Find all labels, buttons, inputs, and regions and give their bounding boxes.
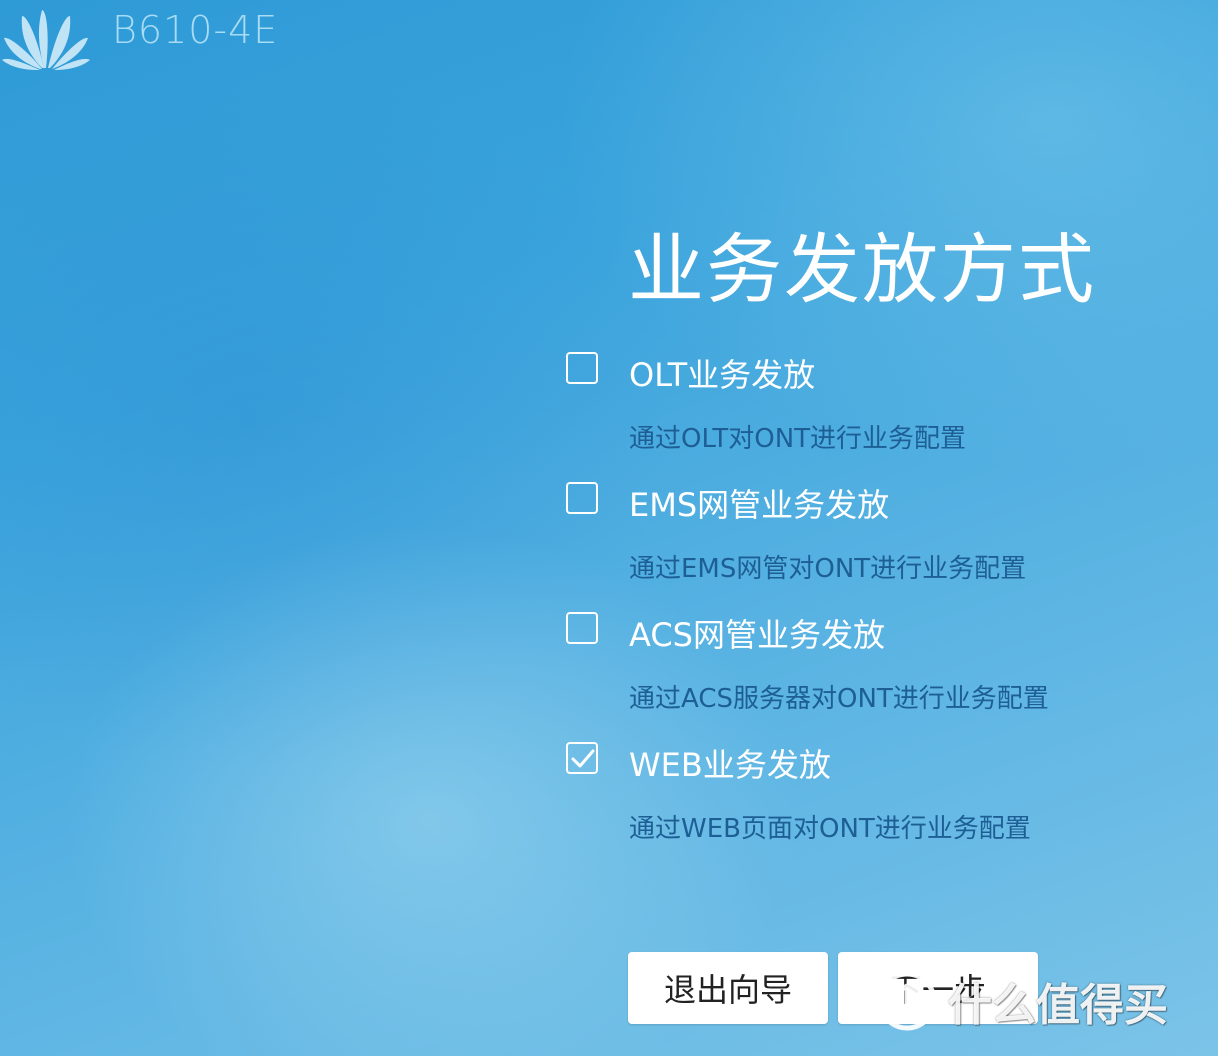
option-label[interactable]: WEB业务发放: [629, 740, 831, 786]
option-label[interactable]: EMS网管业务发放: [629, 480, 889, 526]
watermark-logo-icon: [877, 971, 937, 1031]
option-ems[interactable]: EMS网管业务发放 通过EMS网管对ONT进行业务配置: [566, 482, 1126, 602]
option-olt[interactable]: OLT业务发放 通过OLT对ONT进行业务配置: [566, 352, 1126, 472]
huawei-logo-icon: [2, 10, 90, 70]
watermark: 什么值得买: [876, 966, 1206, 1036]
option-description: 通过WEB页面对ONT进行业务配置: [629, 814, 1031, 844]
option-description: 通过ACS服务器对ONT进行业务配置: [629, 684, 1049, 714]
checkmark-icon: [571, 749, 595, 768]
watermark-text: 什么值得买: [948, 980, 1168, 1031]
web-checkbox[interactable]: [566, 742, 598, 774]
page-title: 业务发放方式: [628, 225, 1096, 314]
exit-wizard-button[interactable]: 退出向导: [628, 952, 828, 1024]
acs-checkbox[interactable]: [566, 612, 598, 644]
olt-checkbox[interactable]: [566, 352, 598, 384]
option-description: 通过EMS网管对ONT进行业务配置: [629, 554, 1027, 584]
brand-header: B610-4E: [0, 0, 360, 72]
option-label[interactable]: ACS网管业务发放: [629, 610, 885, 656]
option-description: 通过OLT对ONT进行业务配置: [629, 424, 967, 454]
option-label[interactable]: OLT业务发放: [629, 350, 815, 396]
ems-checkbox[interactable]: [566, 482, 598, 514]
option-web[interactable]: WEB业务发放 通过WEB页面对ONT进行业务配置: [566, 742, 1126, 862]
device-model-name: B610-4E: [112, 8, 279, 52]
option-acs[interactable]: ACS网管业务发放 通过ACS服务器对ONT进行业务配置: [566, 612, 1126, 732]
